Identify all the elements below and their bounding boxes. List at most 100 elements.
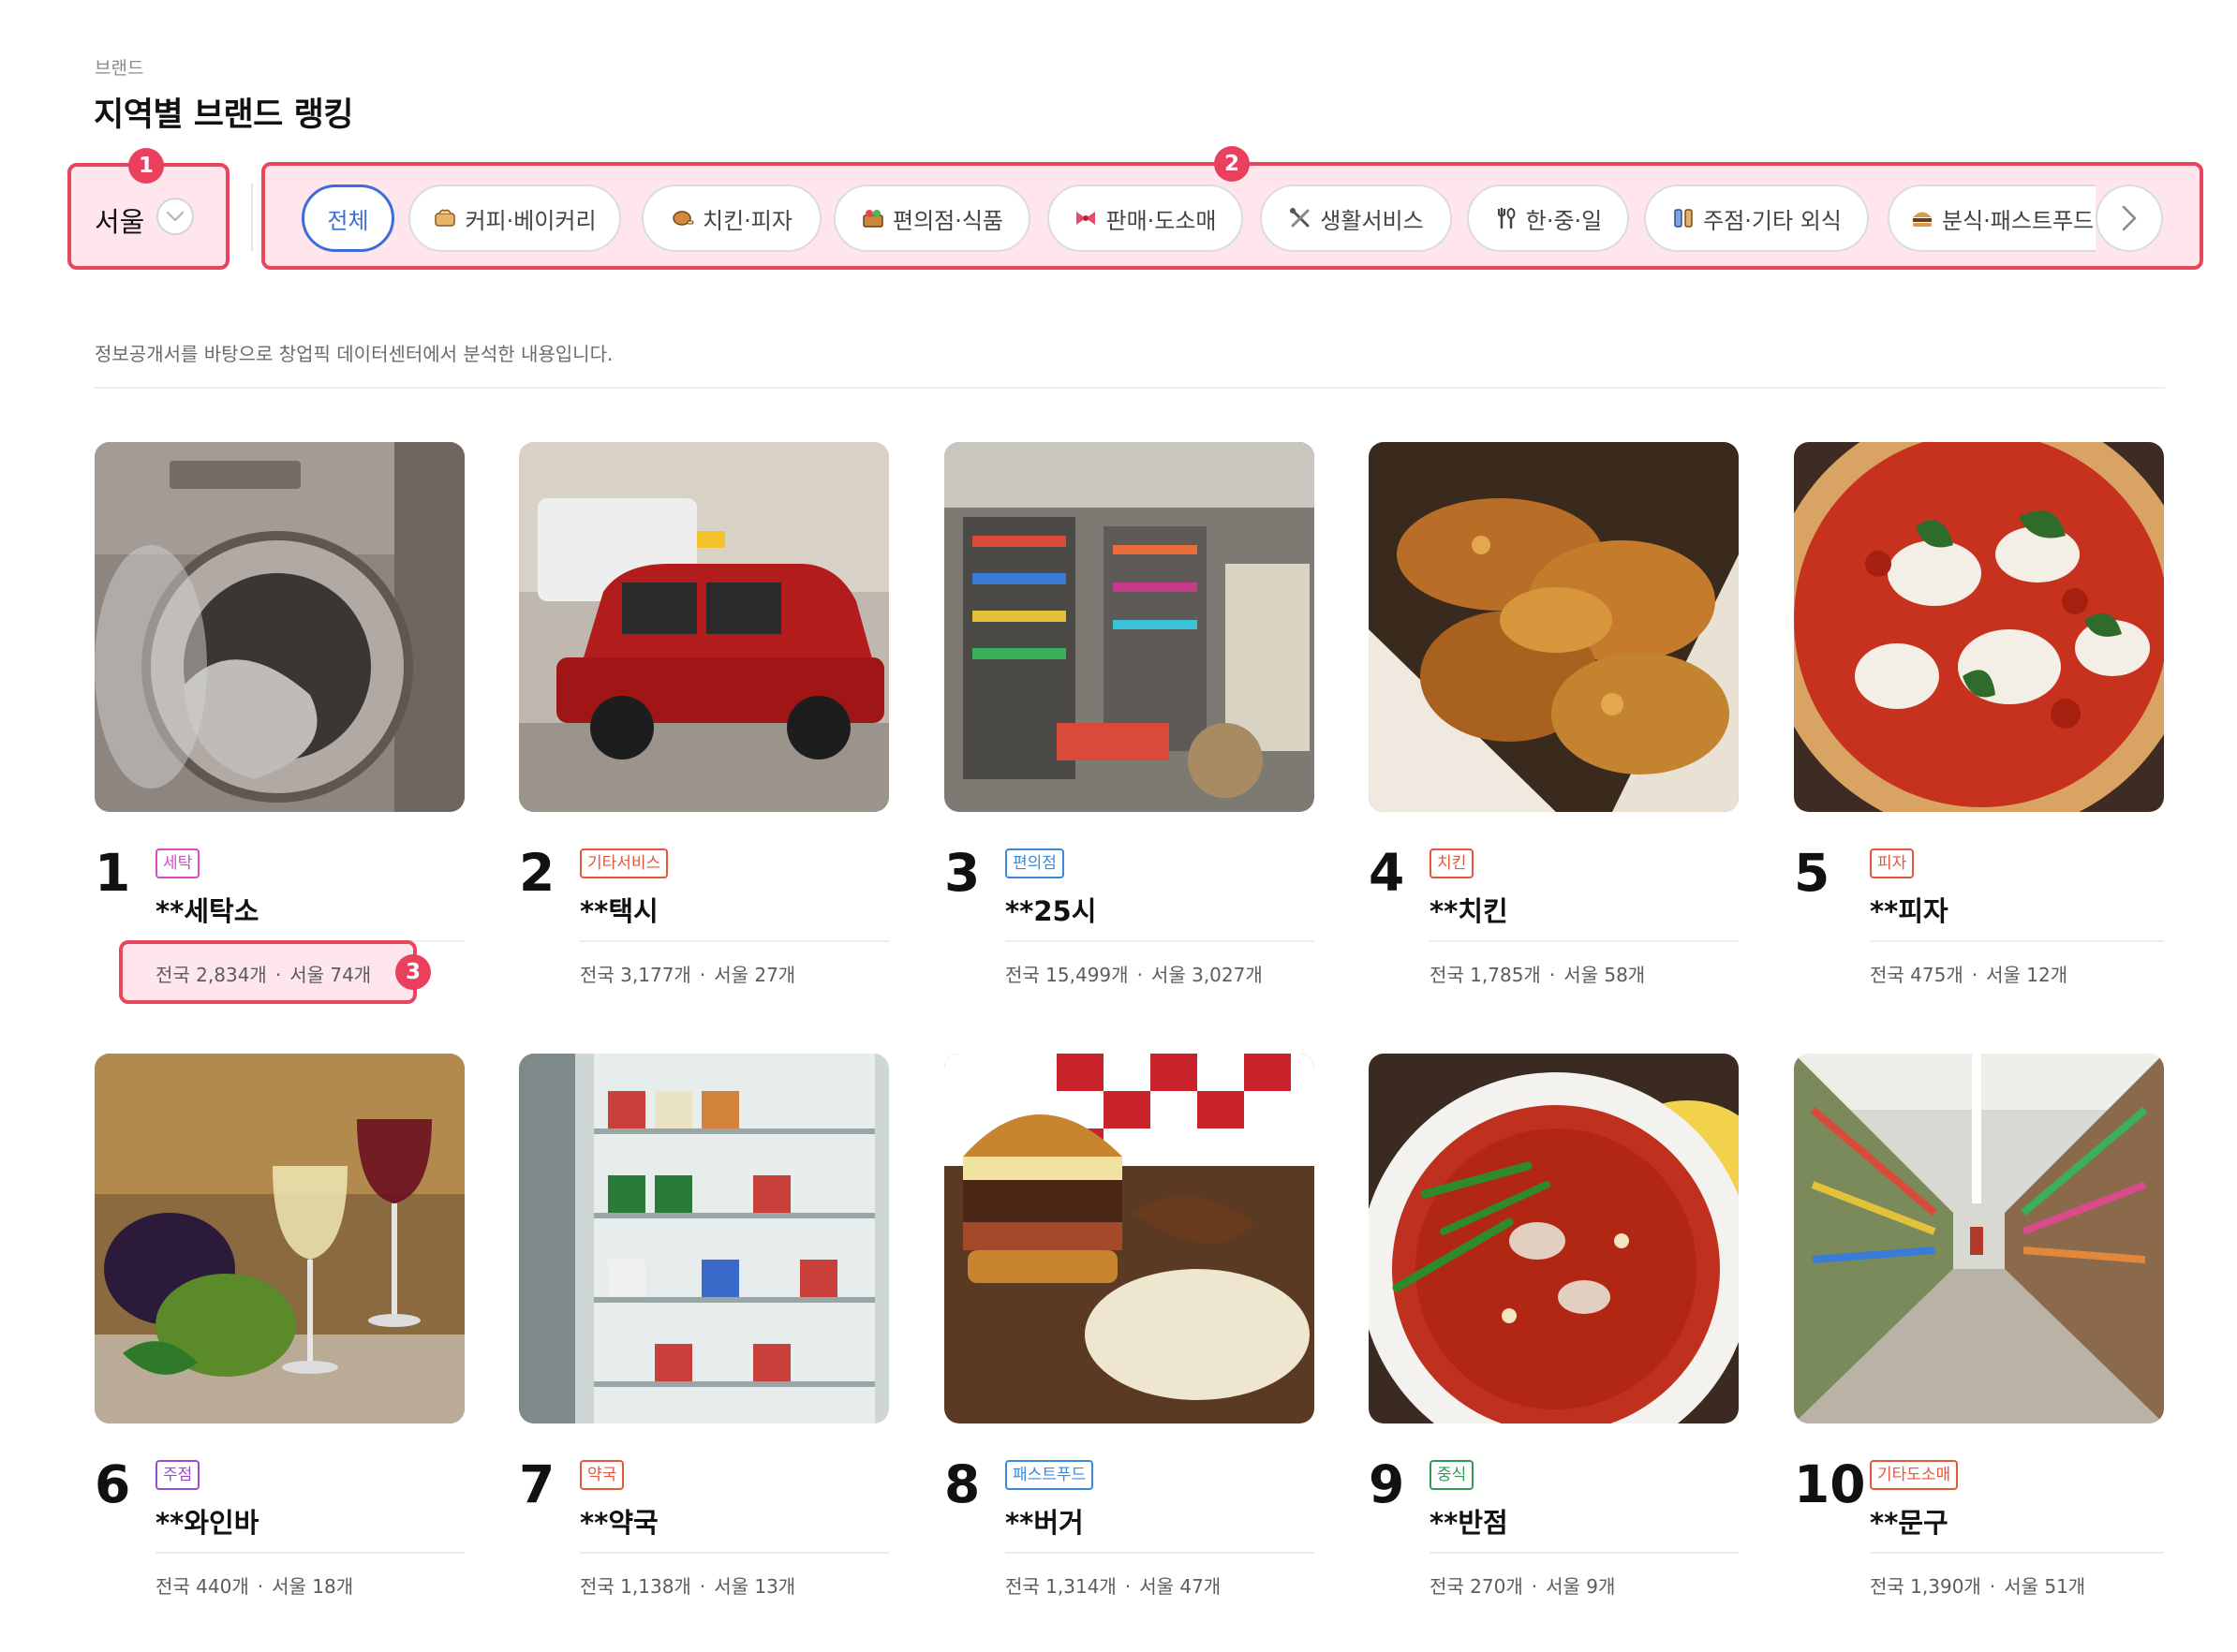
category-tag: 주점 bbox=[156, 1460, 200, 1490]
data-source-notice: 정보공개서를 바탕으로 창업픽 데이터센터에서 분석한 내용입니다. bbox=[95, 343, 614, 365]
nation-count: 1,785개 bbox=[1470, 964, 1541, 986]
brand-image-washing-machine[interactable] bbox=[95, 442, 465, 812]
store-count: 전국 2,834개 · 서울 74개 bbox=[156, 964, 372, 986]
divider bbox=[1870, 1552, 2164, 1554]
category-chip-life-service[interactable]: 생활서비스 bbox=[1260, 184, 1452, 252]
category-chip-label: 판매·도소매 bbox=[1105, 207, 1217, 234]
divider bbox=[580, 940, 889, 942]
category-tag: 패스트푸드 bbox=[1005, 1460, 1094, 1490]
drinks-icon bbox=[1671, 206, 1696, 230]
brand-name[interactable]: **반점 bbox=[1430, 1501, 1508, 1541]
store-count: 전국 15,499개 · 서울 3,027개 bbox=[1005, 964, 1263, 986]
region-count: 27개 bbox=[754, 964, 796, 986]
region-select-value[interactable]: 서울 bbox=[95, 200, 144, 240]
nation-count: 1,390개 bbox=[1910, 1575, 1981, 1598]
region-count: 3,027개 bbox=[1192, 964, 1263, 986]
category-chip-chicken-pizza[interactable]: 치킨·피자 bbox=[642, 184, 822, 252]
region-count: 58개 bbox=[1604, 964, 1646, 986]
category-chip-label: 커피·베이커리 bbox=[465, 207, 597, 234]
region-count: 51개 bbox=[2044, 1575, 2086, 1598]
brand-image-fried-chicken[interactable] bbox=[1369, 442, 1739, 812]
category-chip-label: 한·중·일 bbox=[1525, 207, 1603, 234]
rank-number: 2 bbox=[519, 843, 556, 903]
store-count: 전국 1,138개 · 서울 13개 bbox=[580, 1575, 796, 1598]
category-chip-korean-chinese-japanese[interactable]: 한·중·일 bbox=[1467, 184, 1629, 252]
nation-label: 전국 bbox=[580, 964, 615, 986]
category-tag: 약국 bbox=[580, 1460, 625, 1490]
tools-icon bbox=[1288, 206, 1312, 230]
grocery-icon bbox=[861, 206, 885, 230]
region-count: 9개 bbox=[1586, 1575, 1616, 1598]
nation-label: 전국 bbox=[1005, 1575, 1040, 1598]
brand-name[interactable]: **버거 bbox=[1005, 1501, 1084, 1541]
chevron-right-icon bbox=[2122, 205, 2137, 231]
store-count: 전국 440개 · 서울 18개 bbox=[156, 1575, 354, 1598]
nation-label: 전국 bbox=[156, 1575, 190, 1598]
category-chip-label: 치킨·피자 bbox=[703, 207, 793, 234]
divider bbox=[1005, 940, 1314, 942]
gift-icon bbox=[1074, 206, 1098, 230]
brand-name[interactable]: **택시 bbox=[580, 890, 659, 929]
divider bbox=[156, 1552, 465, 1554]
rank-number: 10 bbox=[1794, 1454, 1866, 1514]
brand-image-red-taxi[interactable] bbox=[519, 442, 889, 812]
rank-number: 1 bbox=[95, 843, 131, 903]
region-label: 서울 bbox=[289, 964, 324, 986]
category-tag: 기타도소매 bbox=[1870, 1460, 1959, 1490]
brand-name[interactable]: **와인바 bbox=[156, 1501, 259, 1541]
store-count: 전국 1,314개 · 서울 47개 bbox=[1005, 1575, 1222, 1598]
divider bbox=[1870, 940, 2164, 942]
nation-count: 3,177개 bbox=[620, 964, 691, 986]
brand-name[interactable]: **문구 bbox=[1870, 1501, 1948, 1541]
category-chip-all[interactable]: 전체 bbox=[302, 184, 394, 252]
brand-image-pizza[interactable] bbox=[1794, 442, 2164, 812]
brand-name[interactable]: **약국 bbox=[580, 1501, 659, 1541]
category-chip-convenience-food[interactable]: 편의점·식품 bbox=[834, 184, 1030, 252]
category-chip-pub-other-dining[interactable]: 주점·기타 외식 bbox=[1644, 184, 1869, 252]
brand-image-supermarket-aisle[interactable] bbox=[1794, 1054, 2164, 1423]
category-chip-label: 생활서비스 bbox=[1320, 207, 1424, 234]
region-count: 13개 bbox=[754, 1575, 796, 1598]
brand-image-burger[interactable] bbox=[944, 1054, 1314, 1423]
category-tag: 편의점 bbox=[1005, 848, 1064, 878]
rank-number: 4 bbox=[1369, 843, 1405, 903]
brand-image-convenience-store[interactable] bbox=[944, 442, 1314, 812]
category-next-button[interactable] bbox=[2096, 184, 2163, 252]
category-chip-retail-wholesale[interactable]: 판매·도소매 bbox=[1047, 184, 1243, 252]
brand-image-wine[interactable] bbox=[95, 1054, 465, 1423]
nation-count: 15,499개 bbox=[1045, 964, 1129, 986]
brand-name[interactable]: **세탁소 bbox=[156, 890, 259, 929]
brand-name[interactable]: **피자 bbox=[1870, 890, 1948, 929]
category-chip-label: 편의점·식품 bbox=[892, 207, 1004, 234]
annotation-badge-3: 3 bbox=[395, 954, 431, 990]
brand-image-pharmacy[interactable] bbox=[519, 1054, 889, 1423]
divider bbox=[1430, 940, 1739, 942]
store-count: 전국 1,785개 · 서울 58개 bbox=[1430, 964, 1646, 986]
store-count: 전국 475개 · 서울 12개 bbox=[1870, 964, 2068, 986]
nation-label: 전국 bbox=[1005, 964, 1040, 986]
brand-image-jjamppong[interactable] bbox=[1369, 1054, 1739, 1423]
nation-label: 전국 bbox=[580, 1575, 615, 1598]
page-title: 지역별 브랜드 랭킹 bbox=[94, 96, 353, 134]
chicken-icon bbox=[671, 206, 695, 230]
region-label: 서울 bbox=[1546, 1575, 1580, 1598]
nation-count: 1,138개 bbox=[620, 1575, 691, 1598]
category-tag: 세탁 bbox=[156, 848, 200, 878]
burger-icon bbox=[1910, 206, 1934, 230]
category-chip-snack-fastfood[interactable]: 분식·패스트푸드 bbox=[1888, 184, 2096, 252]
annotation-badge-1: 1 bbox=[128, 148, 164, 184]
nation-label: 전국 bbox=[1430, 1575, 1464, 1598]
region-label: 서울 bbox=[714, 1575, 748, 1598]
brand-name[interactable]: **25시 bbox=[1005, 890, 1096, 929]
divider bbox=[580, 1552, 889, 1554]
category-chip-coffee-bakery[interactable]: 커피·베이커리 bbox=[408, 184, 621, 252]
chevron-down-icon[interactable] bbox=[156, 198, 194, 235]
rank-number: 5 bbox=[1794, 843, 1830, 903]
divider bbox=[1005, 1552, 1314, 1554]
divider bbox=[251, 184, 253, 251]
brand-name[interactable]: **치킨 bbox=[1430, 890, 1508, 929]
nation-label: 전국 bbox=[1870, 1575, 1904, 1598]
region-label: 서울 bbox=[1986, 964, 2021, 986]
nation-label: 전국 bbox=[1430, 964, 1464, 986]
nation-label: 전국 bbox=[1870, 964, 1904, 986]
